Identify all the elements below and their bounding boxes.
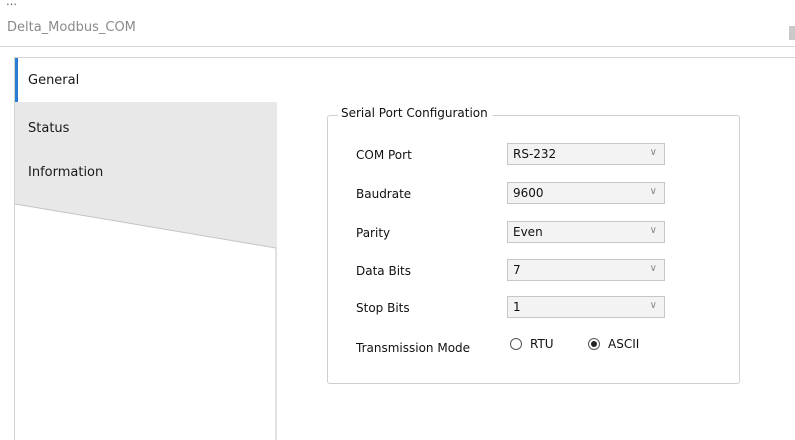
- window-title: Delta_Modbus_COM: [7, 20, 136, 35]
- tab-label: Status: [28, 120, 70, 136]
- parity-label: Parity: [356, 226, 391, 240]
- select-value: 7: [513, 263, 521, 277]
- stop-bits-label: Stop Bits: [356, 301, 410, 315]
- radio-button-icon: [510, 338, 522, 350]
- radio-label: ASCII: [608, 337, 640, 351]
- radio-button-icon: [588, 338, 600, 350]
- radio-label: RTU: [530, 337, 554, 351]
- data-bits-label: Data Bits: [356, 264, 411, 278]
- tab-status[interactable]: Status: [15, 106, 90, 150]
- tab-active-marker: [15, 58, 18, 102]
- tab-general[interactable]: General: [15, 58, 90, 102]
- select-value: RS-232: [513, 147, 557, 161]
- chevron-down-icon: ∨: [649, 300, 657, 311]
- title-bar: Delta_Modbus_COM: [0, 12, 795, 47]
- transmission-mode-label: Transmission Mode: [356, 341, 471, 355]
- baudrate-select[interactable]: 9600 ∨: [507, 182, 665, 204]
- group-title: Serial Port Configuration: [338, 106, 493, 120]
- tab-information[interactable]: Information: [15, 150, 103, 194]
- com-port-label: COM Port: [356, 148, 412, 162]
- chevron-down-icon: ∨: [649, 225, 657, 236]
- select-value: Even: [513, 225, 543, 239]
- data-bits-select[interactable]: 7 ∨: [507, 259, 665, 281]
- baudrate-label: Baudrate: [356, 187, 412, 201]
- parity-select[interactable]: Even ∨: [507, 221, 665, 243]
- ascii-radio[interactable]: ASCII: [588, 337, 639, 351]
- top-strip-caption: …: [6, 0, 17, 8]
- tab-label: General: [28, 72, 80, 88]
- chevron-down-icon: ∨: [649, 186, 657, 197]
- tab-label: Information: [28, 164, 104, 180]
- window-control[interactable]: [789, 26, 795, 40]
- select-value: 1: [513, 300, 521, 314]
- top-strip: …: [0, 0, 795, 10]
- com-port-select[interactable]: RS-232 ∨: [507, 143, 665, 165]
- select-value: 9600: [513, 186, 544, 200]
- stop-bits-select[interactable]: 1 ∨: [507, 296, 665, 318]
- chevron-down-icon: ∨: [649, 263, 657, 274]
- tab-strip: General Status Information: [15, 58, 277, 440]
- chevron-down-icon: ∨: [649, 147, 657, 158]
- rtu-radio[interactable]: RTU: [510, 337, 554, 351]
